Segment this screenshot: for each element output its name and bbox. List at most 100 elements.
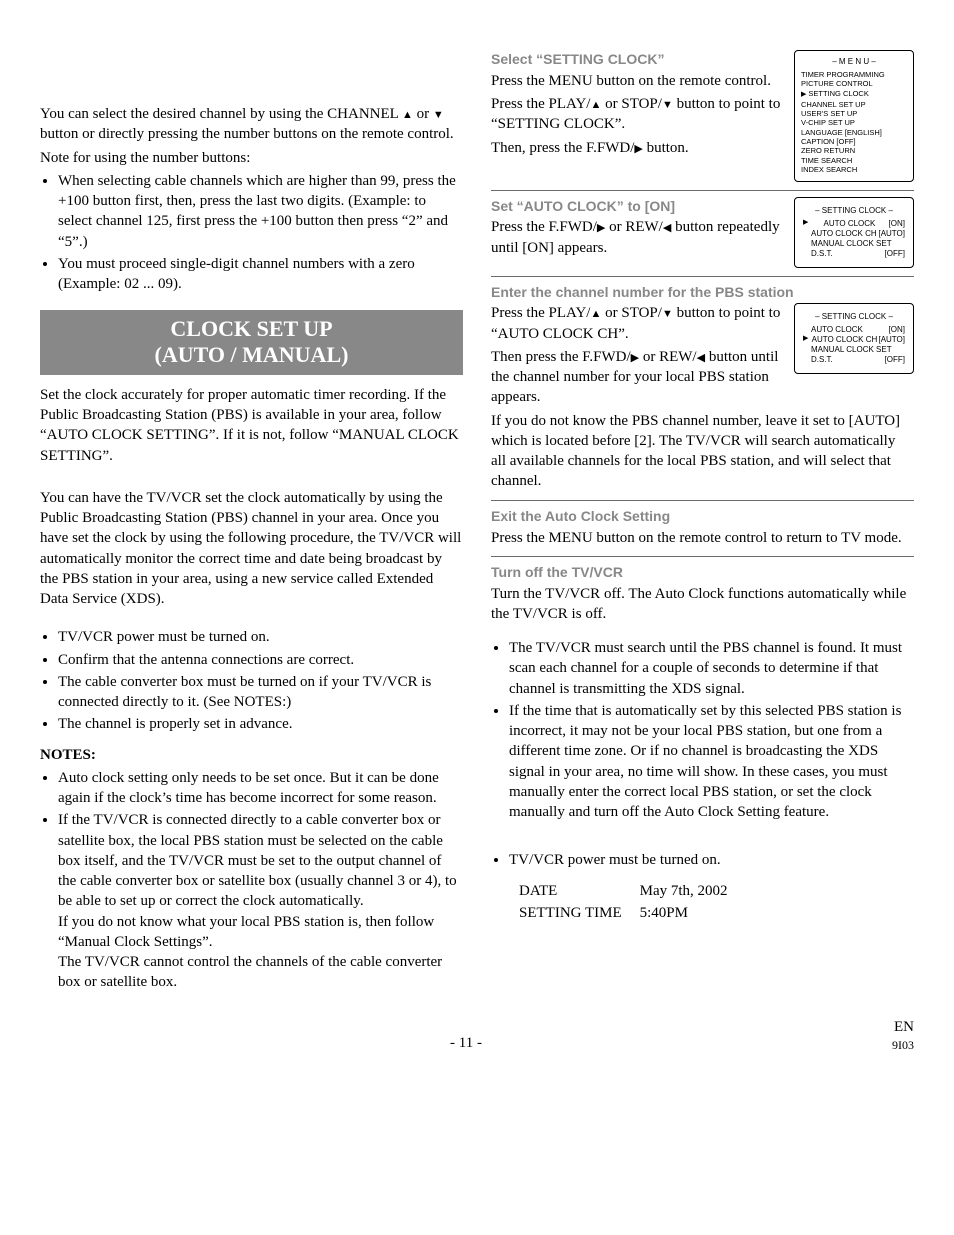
osd-item: INDEX SEARCH [801,165,907,174]
osd-setting-clock-box: – SETTING CLOCK – AUTO CLOCK[ON] AUTO CL… [794,303,914,374]
osd-label: AUTO CLOCK [824,219,876,229]
osd-row: D.S.T. [OFF] [803,249,905,259]
osd-item: LANGUAGE [ENGLISH] [801,128,907,137]
table-row: SETTING TIME 5:40PM [519,903,744,923]
osd-row: D.S.T. [OFF] [803,355,905,365]
separator [491,556,914,557]
osd-value: [AUTO] [878,335,905,345]
osd-item: TIME SEARCH [801,156,907,165]
page-number: - 11 - [450,1033,482,1053]
text: button. [643,140,689,156]
text: You can select the desired channel by us… [40,106,402,122]
text: Press the PLAY/ [491,305,590,321]
final-bullet: TV/VCR power must be turned on. [491,850,914,870]
osd-item: CHANNEL SET UP [801,100,907,109]
step-text: Press the PLAY/ or STOP/ button to point… [491,94,784,135]
osd-title: – SETTING CLOCK – [803,206,905,216]
osd-row: MANUAL CLOCK SET [803,239,905,249]
osd-label: MANUAL CLOCK SET [811,239,892,249]
step-text: Turn the TV/VCR off. The Auto Clock func… [491,584,914,625]
osd-item-selected: SETTING CLOCK [801,89,907,100]
text: Then press the F.FWD/ [491,349,631,365]
separator [491,276,914,277]
list-item: The cable converter box must be turned o… [58,672,463,713]
osd-setting-clock-box: – SETTING CLOCK – AUTO CLOCK[ON] AUTO CL… [794,197,914,268]
separator [491,190,914,191]
step-heading: Set “AUTO CLOCK” to [ON] [491,197,784,216]
right-arrow-icon [634,140,642,156]
osd-row-selected: AUTO CLOCK[ON] [803,219,905,229]
step-heading: Exit the Auto Clock Setting [491,507,914,526]
osd-label: D.S.T. [811,249,833,259]
step-text: Then, press the F.FWD/ button. [491,138,784,158]
osd-row-selected: AUTO CLOCK CH[AUTO] [803,335,905,345]
step-text: Press the F.FWD/ or REW/ button repeated… [491,217,784,258]
left-column: You can select the desired channel by us… [40,50,463,997]
text: Then, press the F.FWD/ [491,140,634,156]
osd-row: AUTO CLOCK[ON] [803,325,905,335]
up-arrow-icon [402,106,413,122]
list-item: If the time that is automatically set by… [509,701,914,823]
list-item: TV/VCR power must be turned on. [58,627,463,647]
text: or STOP/ [601,305,662,321]
text: or [413,106,433,122]
banner-line-1: CLOCK SET UP [44,316,459,341]
down-arrow-icon [662,305,673,321]
after-banner-paragraph: Set the clock accurately for proper auto… [40,385,463,466]
step-enter-pbs-channel: Enter the channel number for the PBS sta… [491,283,914,492]
up-arrow-icon [590,305,601,321]
example-time-label: SETTING TIME [519,903,638,923]
list-item: If the TV/VCR is connected directly to a… [58,810,463,992]
osd-value: [AUTO] [878,229,905,239]
list-item: When selecting cable channels which are … [58,171,463,252]
osd-menu-box: – M E N U – TIMER PROGRAMMING PICTURE CO… [794,50,914,182]
example-date-label: DATE [519,881,638,901]
step-text: Press the MENU button on the remote cont… [491,528,914,548]
osd-label: D.S.T. [811,355,833,365]
down-arrow-icon [662,96,673,112]
text: or REW/ [605,219,663,235]
osd-label: AUTO CLOCK CH [812,335,878,345]
step-text: Press the MENU button on the remote cont… [491,71,784,91]
step-set-auto-clock-on: Set “AUTO CLOCK” to [ON] Press the F.FWD… [491,197,914,268]
step-turn-off-tvvcr: Turn off the TV/VCR Turn the TV/VCR off.… [491,563,914,624]
step-text: Then press the F.FWD/ or REW/ button unt… [491,347,784,408]
step-text: Press the PLAY/ or STOP/ button to point… [491,303,784,344]
notes-heading: NOTES: [40,745,463,765]
text: Press the PLAY/ [491,96,590,112]
language-code: EN [892,1017,914,1037]
step-heading: Enter the channel number for the PBS sta… [491,283,914,302]
separator [491,500,914,501]
osd-title: – M E N U – [801,57,907,67]
osd-title: – SETTING CLOCK – [803,312,905,322]
osd-value: [ON] [889,325,905,335]
text: The TV/VCR cannot control the channels o… [58,952,463,993]
osd-item: PICTURE CONTROL [801,79,907,88]
osd-row: AUTO CLOCK CH[AUTO] [803,229,905,239]
osd-label: AUTO CLOCK CH [811,229,877,239]
text: or STOP/ [601,96,662,112]
list-item: Auto clock setting only needs to be set … [58,768,463,809]
intro-bullets: When selecting cable channels which are … [40,171,463,295]
text: If the TV/VCR is connected directly to a… [58,812,457,909]
note-line: Note for using the number buttons: [40,148,463,168]
step-heading: Turn off the TV/VCR [491,563,914,582]
auto-clock-paragraph: You can have the TV/VCR set the clock au… [40,488,463,610]
text: Press the F.FWD/ [491,219,597,235]
step-select-setting-clock: Select “SETTING CLOCK” Press the MENU bu… [491,50,914,182]
down-arrow-icon [433,106,444,122]
example-date-value: May 7th, 2002 [640,881,744,901]
section-banner: CLOCK SET UP (AUTO / MANUAL) [40,310,463,375]
left-arrow-icon [697,349,705,365]
right-arrow-icon [631,349,639,365]
step-exit-auto-clock: Exit the Auto Clock Setting Press the ME… [491,507,914,548]
doc-code: 9I03 [892,1037,914,1053]
osd-value: [OFF] [885,355,905,365]
list-item: You must proceed single-digit channel nu… [58,254,463,295]
osd-label: MANUAL CLOCK SET [811,345,892,355]
list-item: Confirm that the antenna connections are… [58,650,463,670]
banner-line-2: (AUTO / MANUAL) [44,342,459,367]
list-item: TV/VCR power must be turned on. [509,850,914,870]
osd-row: MANUAL CLOCK SET [803,345,905,355]
osd-value: [OFF] [885,249,905,259]
